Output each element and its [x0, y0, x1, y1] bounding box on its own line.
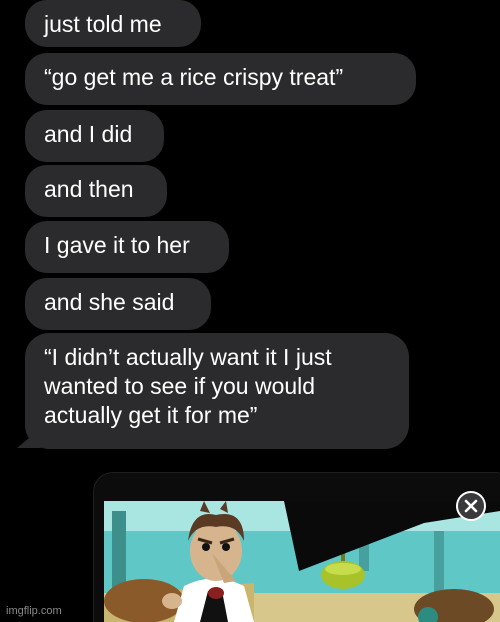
bubble-tail [17, 428, 41, 448]
message-bubble-6[interactable]: and she said [25, 278, 211, 330]
message-bubble-5[interactable]: I gave it to her [25, 221, 229, 273]
message-bubble-1[interactable]: just told me [25, 0, 201, 47]
close-button[interactable] [456, 491, 486, 521]
cartoon-image[interactable] [104, 501, 500, 622]
message-bubble-4[interactable]: and then [25, 165, 167, 217]
close-icon [464, 499, 478, 513]
messages-screen: just told me “go get me a rice crispy tr… [0, 0, 500, 622]
message-bubble-3[interactable]: and I did [25, 110, 164, 162]
message-bubble-7[interactable]: “I didn’t actually want it I just wanted… [25, 333, 409, 449]
watermark-text: imgflip.com [6, 605, 62, 617]
message-bubble-2[interactable]: “go get me a rice crispy treat” [25, 53, 416, 105]
cartoon-scene [104, 501, 500, 622]
